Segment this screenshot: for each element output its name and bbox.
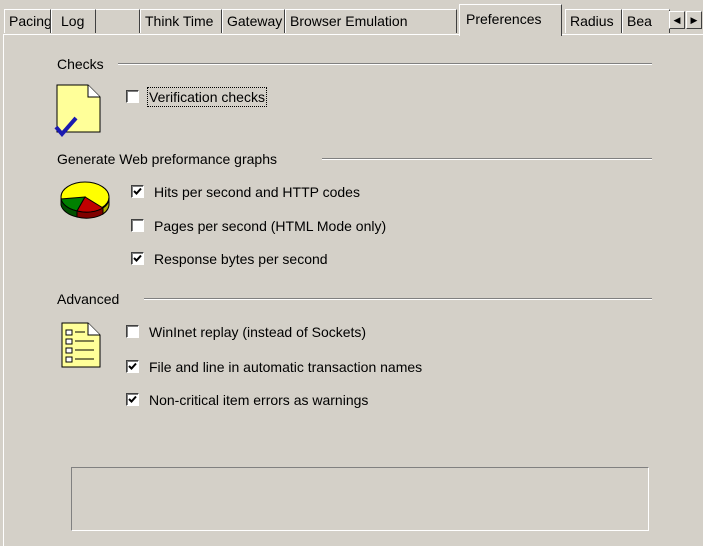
checkbox-box[interactable] [126,393,139,406]
checkbox-label: Non-critical item errors as warnings [149,392,369,408]
checkbox-box[interactable] [131,252,144,265]
tab-scroll-left-button[interactable]: ◀ [669,11,685,29]
group-divider [118,63,652,65]
checkbox-label: Pages per second (HTML Mode only) [154,218,387,234]
preferences-page: Checks Verification checks Generate Web … [3,34,703,546]
file-and-line-checkbox[interactable]: File and line in automatic transaction n… [126,358,486,378]
description-box [71,467,649,531]
wininet-replay-checkbox[interactable]: WinInet replay (instead of Sockets) [126,323,446,343]
checkbox-box[interactable] [126,325,139,338]
tab-radius[interactable]: Radius [565,9,622,33]
non-critical-errors-checkbox[interactable]: Non-critical item errors as warnings [126,391,426,411]
checkbox-box[interactable] [126,90,139,103]
tab-strip: Pacing Log Think Time Gateway Browser Em… [0,0,703,36]
tab-label: Think Time [145,13,214,29]
group-divider [322,158,652,160]
group-title-graphs: Generate Web preformance graphs [57,151,277,167]
tab-label: Browser Emulation [290,13,408,29]
chevron-right-icon: ▶ [690,15,698,25]
document-check-icon [54,82,104,143]
checkbox-label: File and line in automatic transaction n… [149,359,423,375]
tab-gap [96,9,140,33]
pages-per-second-checkbox[interactable]: Pages per second (HTML Mode only) [131,217,451,237]
tab-think-time[interactable]: Think Time [140,9,222,33]
tab-gateway[interactable]: Gateway [222,9,285,33]
checkbox-box[interactable] [126,360,139,373]
tab-label: Preferences [466,11,542,27]
tab-label: Bea [627,13,652,29]
tab-log[interactable]: Log [51,9,96,33]
tab-label: Pacing [9,13,51,29]
group-title-advanced: Advanced [57,291,120,307]
hits-per-second-checkbox[interactable]: Hits per second and HTTP codes [131,183,431,203]
tab-browser-emulation[interactable]: Browser Emulation [285,9,457,33]
tab-scroll-right-button[interactable]: ▶ [686,11,702,29]
checkbox-box[interactable] [131,185,144,198]
checkbox-box[interactable] [131,219,144,232]
checkbox-label: Hits per second and HTTP codes [154,184,360,200]
checkbox-label: Verification checks [147,87,267,107]
verification-checks-checkbox[interactable]: Verification checks [126,87,296,108]
checkbox-label: Response bytes per second [154,251,328,267]
tab-label: Radius [570,13,614,29]
group-divider [144,298,652,300]
tab-bea[interactable]: Bea [622,9,670,33]
checkbox-label: WinInet replay (instead of Sockets) [149,324,367,340]
pie-chart-icon [57,175,115,226]
tab-label: Gateway [227,13,283,29]
tab-preferences[interactable]: Preferences [459,4,562,36]
group-title-checks: Checks [57,56,104,72]
response-bytes-checkbox[interactable]: Response bytes per second [131,250,391,270]
tab-label: Log [61,13,85,29]
checklist-icon [60,321,104,374]
tab-pacing[interactable]: Pacing [4,9,51,33]
chevron-left-icon: ◀ [673,15,681,25]
